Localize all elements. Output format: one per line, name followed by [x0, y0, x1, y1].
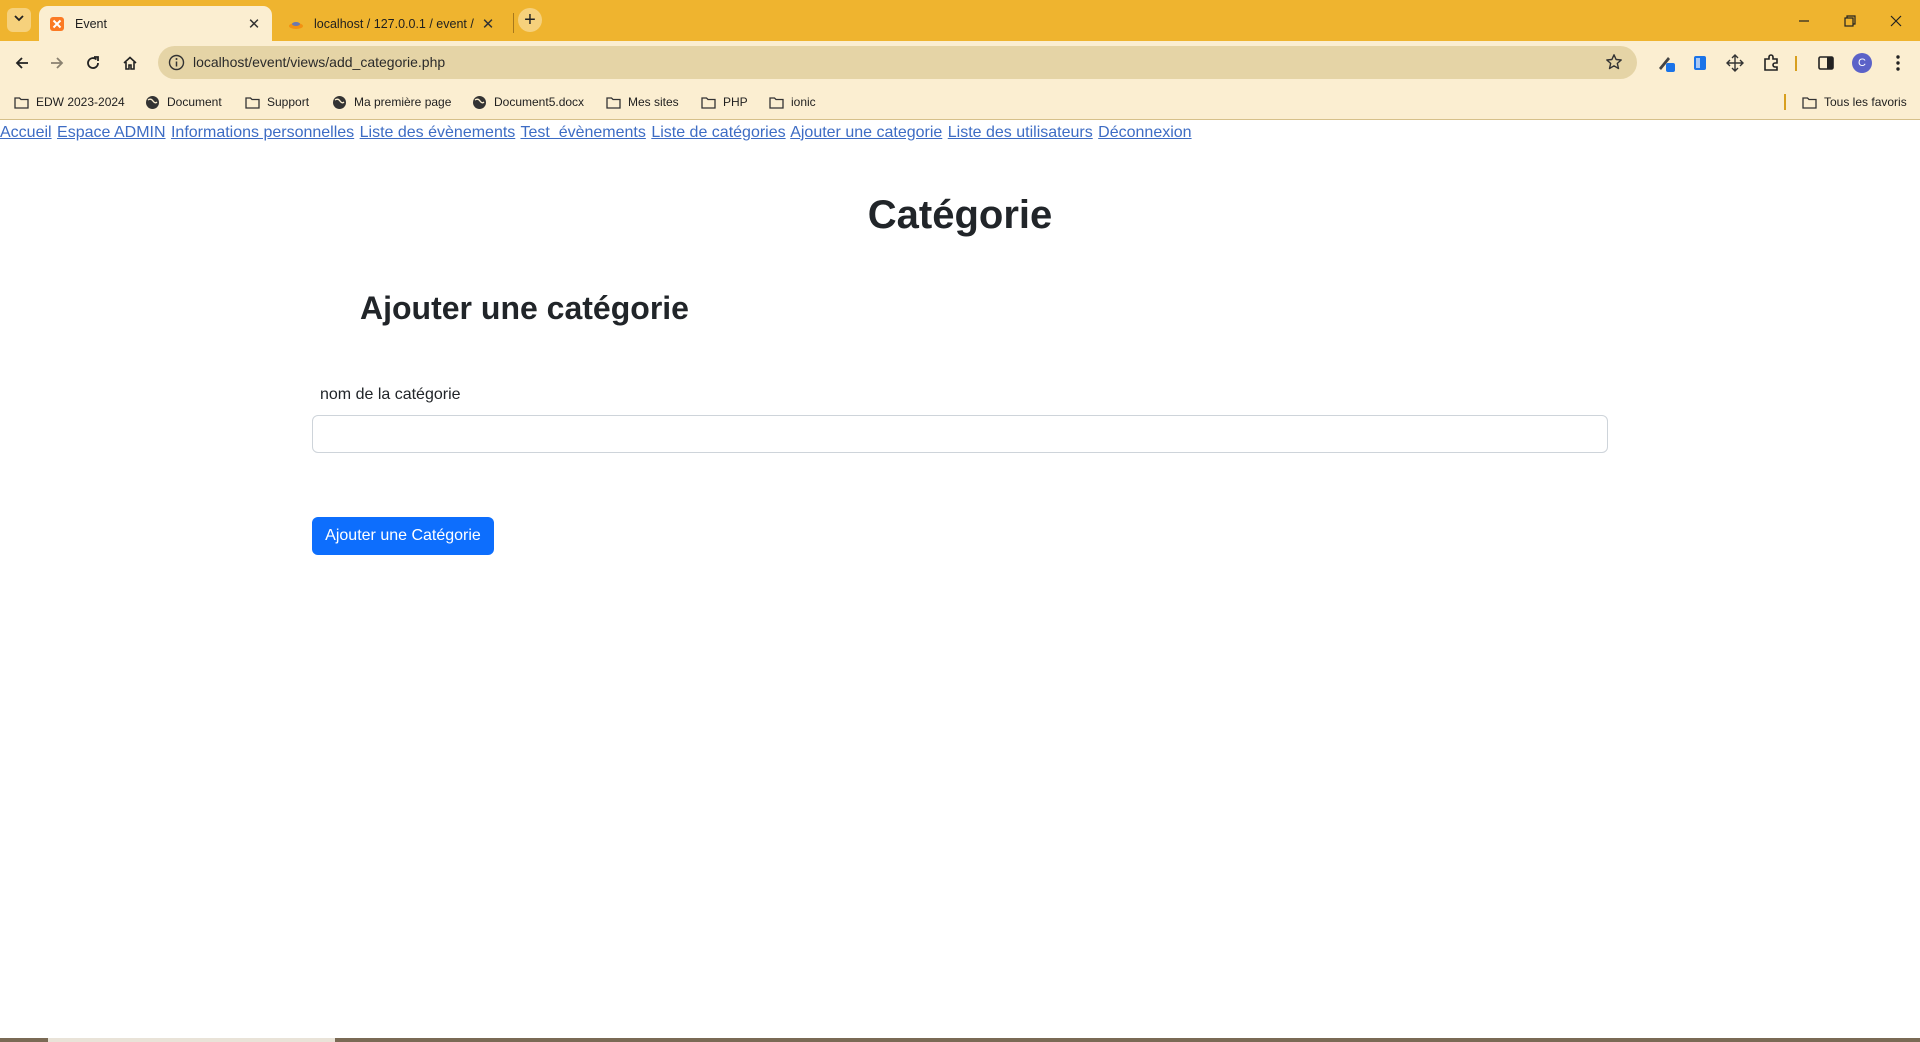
extensions-puzzle-icon[interactable]: [1761, 53, 1781, 73]
bottom-edge: [0, 1038, 1920, 1042]
site-nav: Accueil Espace ADMIN Informations person…: [0, 124, 1193, 144]
folder-icon: [768, 94, 784, 110]
extension-move-icon[interactable]: [1725, 53, 1745, 73]
home-button[interactable]: [115, 48, 145, 78]
globe-icon: [471, 94, 487, 110]
bookmark-label: Tous les favoris: [1824, 95, 1907, 109]
globe-icon: [331, 94, 347, 110]
nav-link-accueil[interactable]: Accueil: [0, 124, 52, 141]
extension-edit-icon[interactable]: [1656, 53, 1676, 73]
nav-link-informations-personnelles[interactable]: Informations personnelles: [171, 124, 354, 141]
add-category-button[interactable]: Ajouter une Catégorie: [312, 517, 494, 555]
form-heading: Ajouter une catégorie: [360, 290, 689, 326]
bookmark-label: Ma première page: [354, 95, 452, 109]
home-icon: [123, 56, 137, 70]
address-url: localhost/event/views/add_categorie.php: [193, 54, 446, 70]
restore-button[interactable]: [1827, 0, 1873, 41]
bookmark-label: Mes sites: [628, 95, 679, 109]
tab-search-button[interactable]: [7, 8, 31, 32]
tab-event[interactable]: Event ✕: [39, 6, 272, 41]
bookmarks-divider: [1784, 94, 1786, 110]
forward-button[interactable]: [42, 48, 72, 78]
bookmark-label: Document: [167, 95, 222, 109]
bookmark-folder-support[interactable]: Support: [244, 84, 309, 120]
category-name-input[interactable]: [312, 415, 1608, 453]
bookmark-document[interactable]: Document: [144, 84, 222, 120]
bookmark-folder-php[interactable]: PHP: [700, 84, 748, 120]
close-tab-icon[interactable]: ✕: [244, 14, 264, 34]
toolbar-divider: [1795, 56, 1797, 71]
nav-link-deconnexion[interactable]: Déconnexion: [1098, 124, 1191, 141]
chevron-down-icon: [13, 11, 25, 29]
side-panel-icon[interactable]: [1816, 53, 1836, 73]
bookmarks-bar: EDW 2023-2024 Document Support Ma premiè…: [0, 84, 1920, 120]
bookmark-label: ionic: [791, 95, 816, 109]
browser-toolbar: localhost/event/views/add_categorie.php …: [0, 41, 1920, 84]
nav-link-espace-admin[interactable]: Espace ADMIN: [57, 124, 165, 141]
page-content: Accueil Espace ADMIN Informations person…: [0, 120, 1920, 1042]
bookmark-document5[interactable]: Document5.docx: [471, 84, 584, 120]
bookmark-label: PHP: [723, 95, 748, 109]
nav-link-test-evenements[interactable]: Test évènements: [520, 124, 645, 141]
folder-icon: [1801, 94, 1817, 110]
tab-divider: [513, 13, 514, 33]
tab-phpmyadmin[interactable]: localhost / 127.0.0.1 / event / u ✕: [278, 6, 506, 41]
bookmark-folder-all[interactable]: Tous les favoris: [1801, 84, 1907, 120]
category-name-label: nom de la catégorie: [320, 386, 461, 403]
arrow-right-icon: [51, 57, 64, 69]
nav-link-liste-utilisateurs[interactable]: Liste des utilisateurs: [948, 124, 1093, 141]
profile-avatar[interactable]: C: [1852, 53, 1872, 73]
reload-button[interactable]: [78, 48, 108, 78]
reload-icon: [87, 56, 99, 69]
nav-link-liste-categories[interactable]: Liste de catégories: [651, 124, 785, 141]
address-bar[interactable]: localhost/event/views/add_categorie.php: [158, 46, 1637, 79]
close-tab-icon[interactable]: ✕: [478, 14, 498, 34]
bookmark-ma-premiere-page[interactable]: Ma première page: [331, 84, 451, 120]
folder-icon: [700, 94, 716, 110]
tab-title: localhost / 127.0.0.1 / event / u: [314, 16, 478, 31]
arrow-left-icon: [15, 57, 28, 69]
tab-title: Event: [75, 16, 107, 31]
page-title: Catégorie: [867, 193, 1053, 237]
globe-icon: [144, 94, 160, 110]
browser-tab-strip: Event ✕ localhost / 127.0.0.1 / event / …: [0, 0, 1920, 41]
folder-icon: [605, 94, 621, 110]
xampp-icon: [49, 16, 65, 32]
site-info-icon[interactable]: [168, 54, 185, 71]
bookmark-folder-mes-sites[interactable]: Mes sites: [605, 84, 679, 120]
nav-link-liste-evenements[interactable]: Liste des évènements: [360, 124, 516, 141]
nav-link-ajouter-categorie[interactable]: Ajouter une categorie: [790, 124, 942, 141]
new-tab-button[interactable]: +: [518, 8, 542, 32]
back-button[interactable]: [7, 48, 37, 78]
bookmark-star-icon[interactable]: [1605, 53, 1623, 71]
bookmark-folder-ionic[interactable]: ionic: [768, 84, 816, 120]
extension-bookmark-icon[interactable]: [1690, 53, 1710, 73]
folder-icon: [13, 94, 29, 110]
more-menu-icon[interactable]: [1888, 53, 1908, 73]
bookmark-label: EDW 2023-2024: [36, 95, 125, 109]
close-window-button[interactable]: [1873, 0, 1919, 41]
bookmark-folder-edw[interactable]: EDW 2023-2024: [13, 84, 125, 120]
minimize-button[interactable]: [1781, 0, 1827, 41]
bookmark-label: Document5.docx: [494, 95, 585, 109]
phpmyadmin-icon: [288, 16, 304, 32]
folder-icon: [244, 94, 260, 110]
bookmark-label: Support: [267, 95, 310, 109]
